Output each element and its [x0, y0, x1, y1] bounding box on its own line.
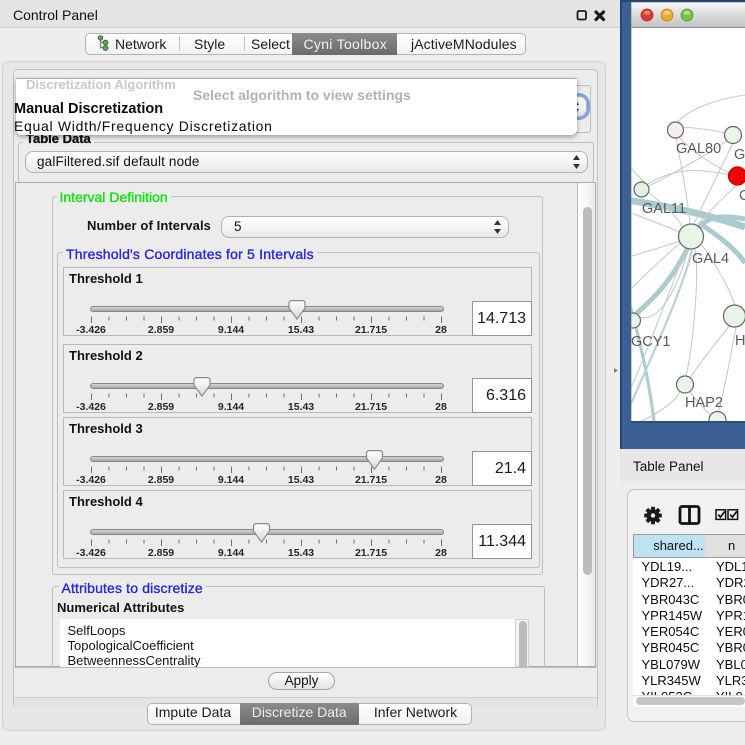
svg-text:GAL11: GAL11 [642, 201, 686, 217]
svg-text:HAP2: HAP2 [685, 395, 723, 411]
svg-text:C: C [739, 188, 745, 204]
svg-text:GAL4: GAL4 [692, 251, 729, 267]
svg-text:GAL80: GAL80 [676, 141, 721, 157]
svg-text:GA: GA [734, 147, 745, 163]
svg-text:H: H [735, 333, 745, 349]
svg-text:GCY1: GCY1 [631, 334, 671, 350]
